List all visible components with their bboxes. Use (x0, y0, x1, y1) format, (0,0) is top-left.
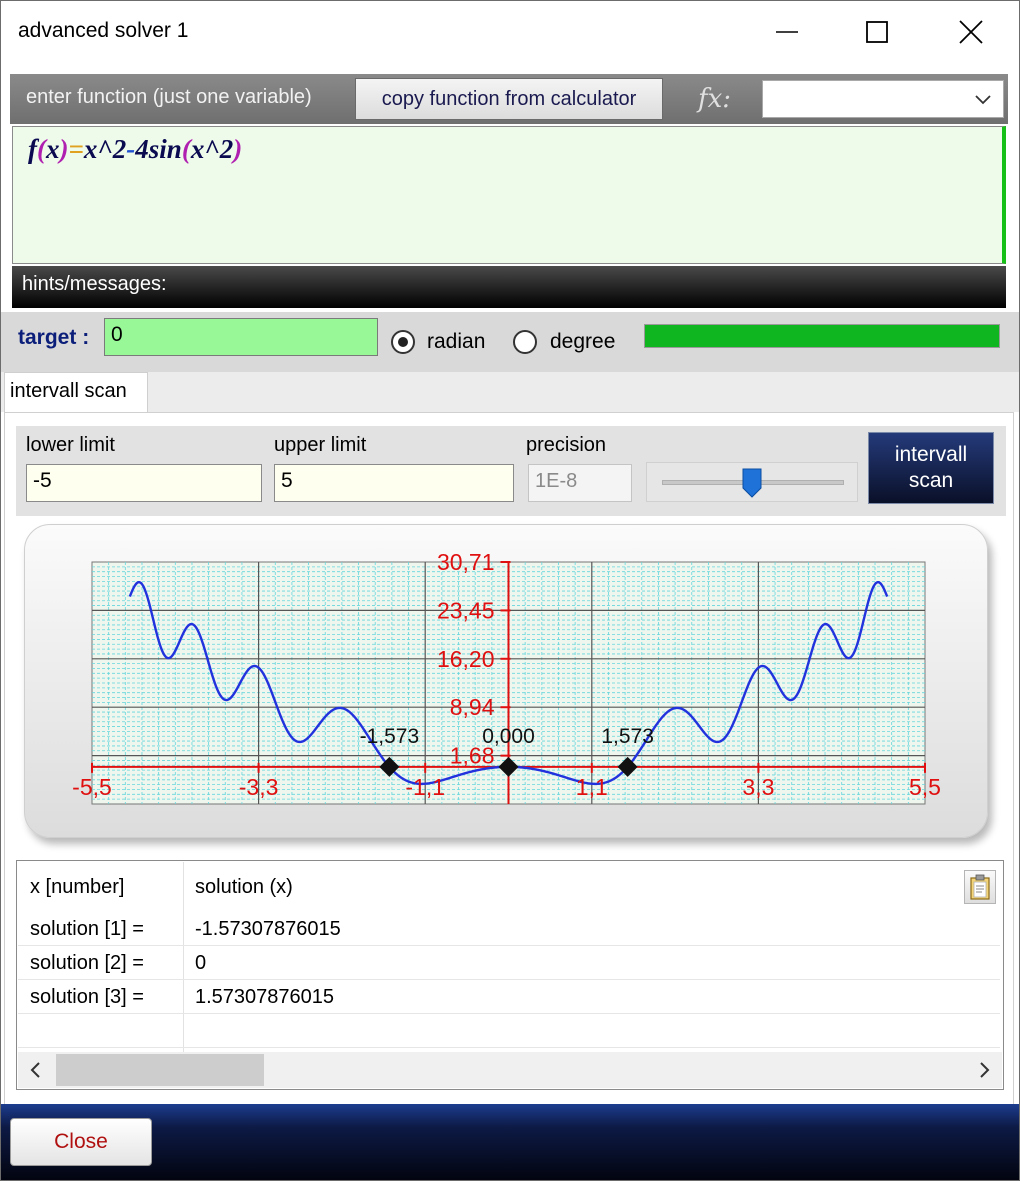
x-tick-label: -1,1 (405, 774, 445, 800)
y-tick-label: 23,45 (437, 597, 495, 623)
root-label: 1,573 (601, 725, 654, 748)
table-row[interactable] (18, 912, 1000, 946)
row-value: 1.57307876015 (195, 986, 335, 1008)
clipboard-icon (970, 874, 990, 900)
column-header-x: x [number] (30, 876, 125, 898)
table-row[interactable] (18, 980, 1000, 1014)
row-label: solution [3] = (30, 986, 144, 1008)
table-row[interactable] (18, 946, 1000, 980)
y-tick-label: 8,94 (450, 694, 495, 720)
close-button[interactable]: Close (10, 1118, 152, 1166)
footer-bar (0, 1104, 1020, 1181)
row-value: -1.57307876015 (195, 918, 341, 940)
y-tick-label: 30,71 (437, 549, 495, 575)
x-tick-label: 1,1 (576, 774, 608, 800)
row-value: 0 (195, 952, 207, 974)
scrollbar-thumb[interactable] (56, 1054, 264, 1086)
scroll-right-icon[interactable] (974, 1060, 994, 1080)
function-chart: -1,573 0,000 1,57330,7123,4516,208,941,68-… (72, 549, 941, 805)
x-tick-label: -5,5 (72, 774, 112, 800)
y-tick-label: 1,68 (450, 743, 495, 769)
column-header-solution: solution (x) (195, 876, 293, 898)
row-label: solution [1] = (30, 918, 144, 940)
x-tick-label: 3,3 (742, 774, 774, 800)
table-row-empty (18, 1014, 1000, 1048)
root-label: -1,573 (360, 725, 420, 748)
scroll-left-icon[interactable] (26, 1060, 46, 1080)
x-tick-label: 5,5 (909, 774, 941, 800)
x-tick-label: -3,3 (239, 774, 279, 800)
row-label: solution [2] = (30, 952, 144, 974)
copy-to-clipboard-button[interactable] (964, 870, 996, 904)
y-tick-label: 16,20 (437, 646, 495, 672)
